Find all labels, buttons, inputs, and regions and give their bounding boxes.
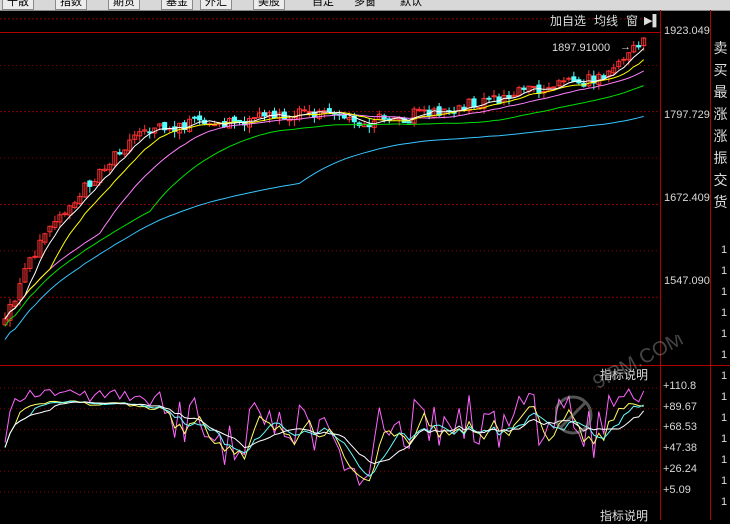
quote-value: 1 xyxy=(721,244,728,256)
indicator-help-button-2[interactable]: 指标说明 xyxy=(600,509,649,524)
quote-value: 1 xyxy=(721,496,728,508)
price-label-top: 1923.049 xyxy=(664,25,710,37)
quote-label: 振 xyxy=(713,150,728,166)
candle-down xyxy=(341,114,347,119)
candle-up xyxy=(252,116,257,119)
quote-value: 1 xyxy=(721,349,728,361)
indicator-k-line xyxy=(4,400,644,482)
ma30-line xyxy=(4,85,644,327)
candle-up xyxy=(531,85,537,88)
indicator-label: +5.09 xyxy=(663,484,691,496)
play-icon[interactable]: ▶▌ xyxy=(644,14,661,29)
candlestick-chart[interactable] xyxy=(0,10,730,367)
moving-average-button[interactable]: 均线 xyxy=(594,14,619,29)
ma5-line xyxy=(4,48,645,320)
candle-down xyxy=(486,97,492,100)
quote-value: 1 xyxy=(721,370,728,382)
quote-value: 1 xyxy=(721,265,728,277)
price-axis-divider xyxy=(660,10,661,520)
candle-down xyxy=(326,108,332,113)
candle-down xyxy=(571,76,577,82)
candle-up xyxy=(32,255,38,258)
candle-down xyxy=(521,87,527,90)
link-multi-window[interactable]: 多窗 xyxy=(350,0,380,9)
candle-up xyxy=(491,95,497,98)
quote-panel: 卖 买 最 涨 涨 振 交 货 xyxy=(711,37,730,213)
indicator-label: +89.67 xyxy=(663,401,697,413)
tab-us-stocks[interactable]: 美股 xyxy=(253,0,285,10)
tab-funds[interactable]: 基金 xyxy=(161,0,193,10)
quote-label: 交 xyxy=(713,172,728,188)
quote-value: 1 xyxy=(721,391,728,403)
candle-down xyxy=(117,152,123,155)
tab-forex[interactable]: 外汇 xyxy=(200,0,232,10)
indicator-signal-line xyxy=(4,401,645,465)
candle-down xyxy=(636,45,642,48)
quote-value: 1 xyxy=(721,412,728,424)
candle-up xyxy=(306,111,312,114)
tab-stocks[interactable]: 十散 xyxy=(2,0,34,10)
quote-value: 1 xyxy=(721,454,728,466)
indicator-label: +47.38 xyxy=(663,442,697,454)
candle-down xyxy=(197,115,203,121)
indicator-label: +26.24 xyxy=(663,463,697,475)
quote-value: 1 xyxy=(721,328,728,340)
marker-arrow-icon: → xyxy=(620,41,631,53)
link-default[interactable]: 默认 xyxy=(396,0,426,9)
price-label-4: 1547.090 xyxy=(664,275,710,287)
candle-up xyxy=(421,109,427,112)
link-custom[interactable]: 自定 xyxy=(308,0,338,9)
quote-label: 涨 xyxy=(713,128,728,144)
quote-value: 1 xyxy=(721,286,728,298)
candle-up xyxy=(416,108,422,111)
candle-down xyxy=(261,112,267,117)
candle-up xyxy=(561,80,567,83)
indicator-chart[interactable] xyxy=(0,367,730,520)
candle-up xyxy=(621,58,627,61)
quote-label: 最 xyxy=(713,84,728,100)
candle-up xyxy=(212,124,218,127)
quote-value: 1 xyxy=(721,433,728,445)
quote-label: 卖 xyxy=(713,40,728,56)
quote-label: 买 xyxy=(713,62,728,78)
tab-futures[interactable]: 期货 xyxy=(108,0,140,10)
chart-divider xyxy=(0,365,730,366)
ma10-line xyxy=(4,59,645,320)
candle-down xyxy=(237,119,243,122)
indicator-help-button[interactable]: 指标说明 xyxy=(600,368,649,383)
quote-value: 1 xyxy=(721,307,728,319)
toolbar-divider xyxy=(0,32,660,33)
indicator-label: +110.8 xyxy=(663,380,697,392)
quote-label: 货 xyxy=(713,194,728,210)
quote-values: 1 1 1 1 1 1 1 1 1 1 1 1 1 xyxy=(721,240,730,513)
add-favorite-button[interactable]: 加自选 xyxy=(550,14,587,29)
tab-index[interactable]: 指数 xyxy=(55,0,87,10)
candle-up xyxy=(301,109,307,112)
window-button[interactable]: 窗 xyxy=(626,14,639,29)
candle-down xyxy=(406,121,412,124)
ma60-line xyxy=(4,115,644,340)
last-price-marker: 1897.91000 xyxy=(552,42,611,54)
quote-value: 1 xyxy=(721,475,728,487)
price-label-3: 1672.409 xyxy=(664,192,710,204)
candle-down xyxy=(471,98,477,108)
price-label-2: 1797.729 xyxy=(664,109,710,121)
candle-down xyxy=(192,116,198,119)
candle-down xyxy=(87,180,93,187)
indicator-label: +68.53 xyxy=(663,421,697,433)
quote-label: 涨 xyxy=(713,106,728,122)
